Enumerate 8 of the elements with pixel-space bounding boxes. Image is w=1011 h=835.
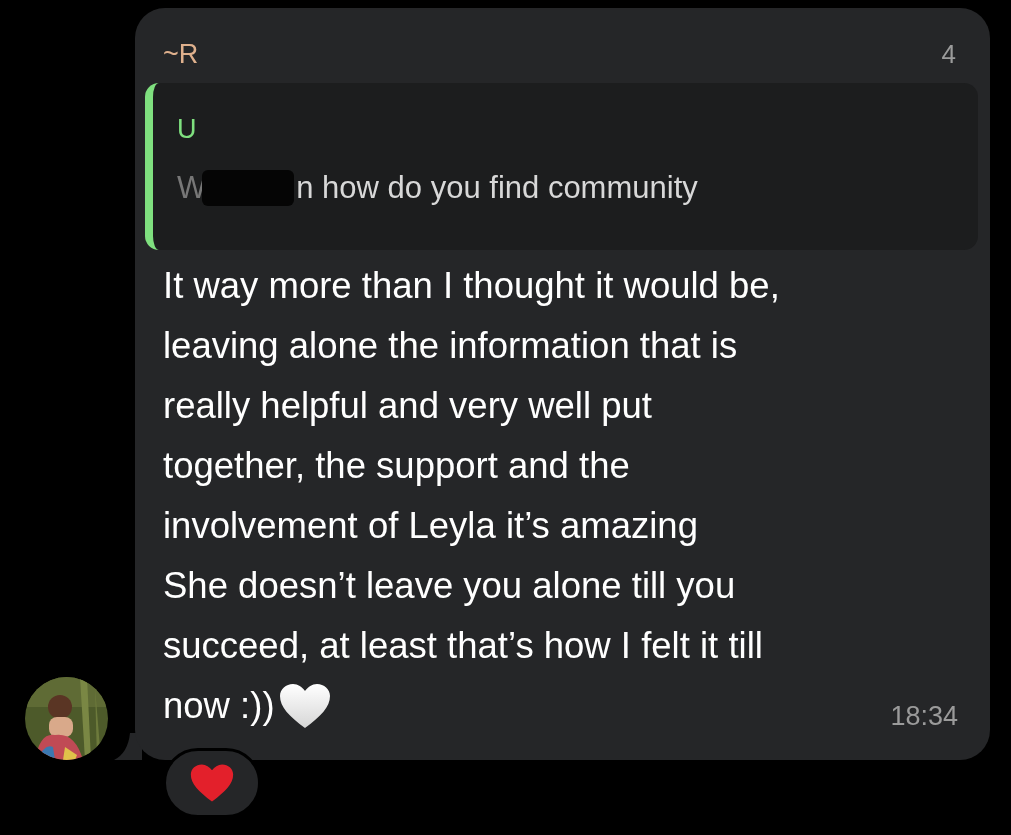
sender-name[interactable]: ~R xyxy=(163,33,199,75)
quoted-sender: U xyxy=(177,113,198,146)
quoted-text: n how do you find community xyxy=(296,169,698,207)
sender-number: 4 xyxy=(941,37,956,71)
message-text: now :)) xyxy=(163,684,275,728)
heart-icon xyxy=(278,683,331,729)
heart-icon xyxy=(190,763,234,803)
message-time: 18:34 xyxy=(890,700,958,733)
